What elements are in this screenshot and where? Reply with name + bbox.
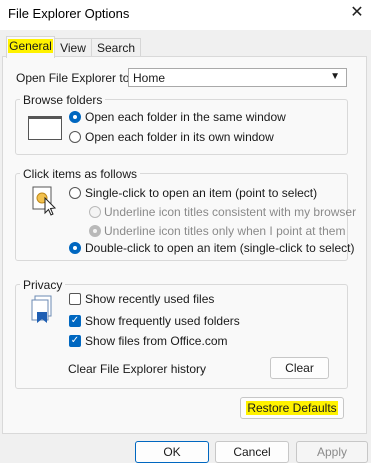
open-explorer-label: Open File Explorer to: bbox=[16, 71, 133, 85]
cursor-click-icon bbox=[32, 186, 62, 216]
clear-button[interactable]: Clear bbox=[270, 357, 329, 379]
checkbox-recent-files[interactable] bbox=[69, 293, 81, 305]
clear-history-label: Clear File Explorer history bbox=[68, 362, 207, 376]
apply-button[interactable]: Apply bbox=[296, 441, 368, 463]
radio-label-own-window: Open each folder in its own window bbox=[85, 130, 274, 144]
checkbox-label-recent-files: Show recently used files bbox=[85, 292, 215, 306]
browse-folders-group bbox=[15, 99, 348, 155]
open-explorer-select[interactable]: Home ▼ bbox=[128, 68, 347, 87]
radio-label-double-click: Double-click to open an item (single-cli… bbox=[85, 241, 355, 255]
radio-same-window[interactable] bbox=[69, 111, 81, 123]
checkbox-label-office-files: Show files from Office.com bbox=[85, 334, 228, 348]
tab-search[interactable]: Search bbox=[91, 38, 141, 57]
privacy-files-icon bbox=[29, 294, 57, 324]
browse-folders-title: Browse folders bbox=[20, 93, 106, 107]
tab-label-general: General bbox=[8, 39, 53, 53]
checkbox-label-frequent-folders: Show frequently used folders bbox=[85, 314, 240, 328]
restore-defaults-button[interactable]: Restore Defaults bbox=[240, 397, 344, 419]
tab-general[interactable]: General bbox=[6, 36, 55, 58]
ok-button[interactable]: OK bbox=[135, 441, 209, 463]
radio-single-click[interactable] bbox=[69, 187, 81, 199]
radio-label-same-window: Open each folder in the same window bbox=[85, 110, 286, 124]
radio-own-window[interactable] bbox=[69, 131, 81, 143]
radio-label-underline-point: Underline icon titles only when I point … bbox=[104, 224, 346, 238]
privacy-title: Privacy bbox=[20, 278, 66, 292]
open-explorer-value: Home bbox=[133, 71, 166, 85]
tab-label-view: View bbox=[60, 41, 86, 55]
restore-defaults-label: Restore Defaults bbox=[246, 401, 338, 415]
tab-label-search: Search bbox=[96, 41, 136, 55]
radio-double-click[interactable] bbox=[69, 242, 81, 254]
window-title: File Explorer Options bbox=[8, 6, 130, 21]
tab-view[interactable]: View bbox=[53, 38, 93, 57]
cancel-button[interactable]: Cancel bbox=[215, 441, 289, 463]
radio-underline-browser[interactable] bbox=[89, 206, 101, 218]
close-button[interactable]: ✕ bbox=[346, 3, 368, 23]
click-items-title: Click items as follows bbox=[20, 167, 141, 181]
checkbox-frequent-folders[interactable]: ✓ bbox=[69, 315, 81, 327]
radio-underline-point[interactable] bbox=[89, 225, 101, 237]
window-icon bbox=[28, 116, 62, 140]
radio-label-underline-browser: Underline icon titles consistent with my… bbox=[104, 205, 357, 219]
checkbox-office-files[interactable]: ✓ bbox=[69, 335, 81, 347]
chevron-down-icon: ▼ bbox=[330, 71, 340, 82]
radio-label-single-click: Single-click to open an item (point to s… bbox=[85, 186, 318, 200]
